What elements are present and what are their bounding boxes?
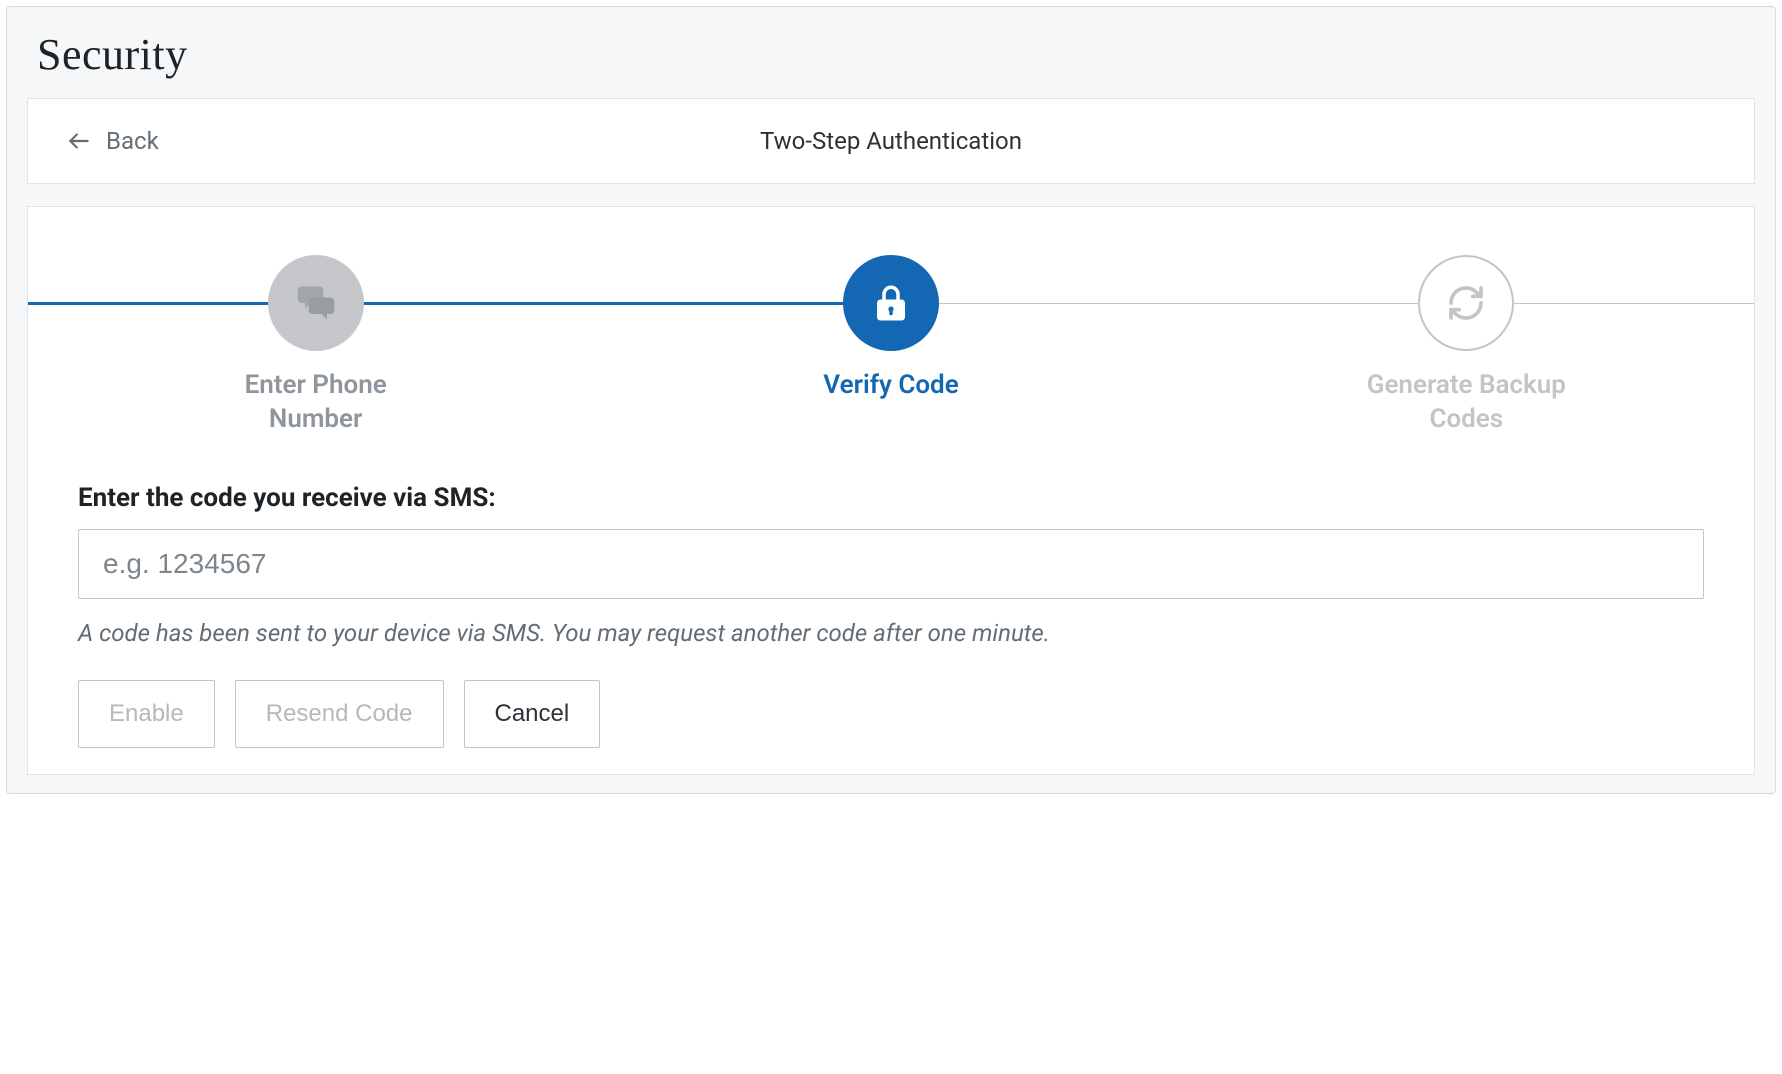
- step-label: Verify Code: [823, 369, 958, 403]
- step-backup-codes: Generate Backup Codes: [1179, 255, 1754, 437]
- chat-icon: [294, 281, 338, 325]
- code-input[interactable]: [78, 529, 1704, 599]
- enable-button: Enable: [78, 680, 215, 748]
- step-circle-completed: [268, 255, 364, 351]
- back-button[interactable]: Back: [28, 99, 197, 183]
- lock-icon: [870, 282, 912, 324]
- step-enter-phone: Enter Phone Number: [28, 255, 603, 437]
- security-panel: Security Back Two-Step Authentication: [6, 6, 1776, 794]
- verify-form: Enter the code you receive via SMS: A co…: [28, 465, 1754, 749]
- cancel-button[interactable]: Cancel: [464, 680, 601, 748]
- content-card: Enter Phone Number Verify Code: [27, 206, 1755, 775]
- resend-code-button: Resend Code: [235, 680, 444, 748]
- header-title: Two-Step Authentication: [28, 127, 1754, 155]
- page-title: Security: [7, 7, 1775, 98]
- code-input-label: Enter the code you receive via SMS:: [78, 483, 1704, 513]
- header-bar: Back Two-Step Authentication: [27, 98, 1755, 184]
- arrow-left-icon: [66, 128, 92, 154]
- stepper: Enter Phone Number Verify Code: [28, 207, 1754, 465]
- step-circle-upcoming: [1418, 255, 1514, 351]
- step-label: Generate Backup Codes: [1356, 369, 1576, 437]
- step-label: Enter Phone Number: [206, 369, 426, 437]
- button-row: Enable Resend Code Cancel: [78, 680, 1704, 748]
- step-circle-active: [843, 255, 939, 351]
- helper-text: A code has been sent to your device via …: [78, 617, 1704, 651]
- step-verify-code: Verify Code: [603, 255, 1178, 403]
- refresh-icon: [1446, 283, 1486, 323]
- back-label: Back: [106, 127, 159, 155]
